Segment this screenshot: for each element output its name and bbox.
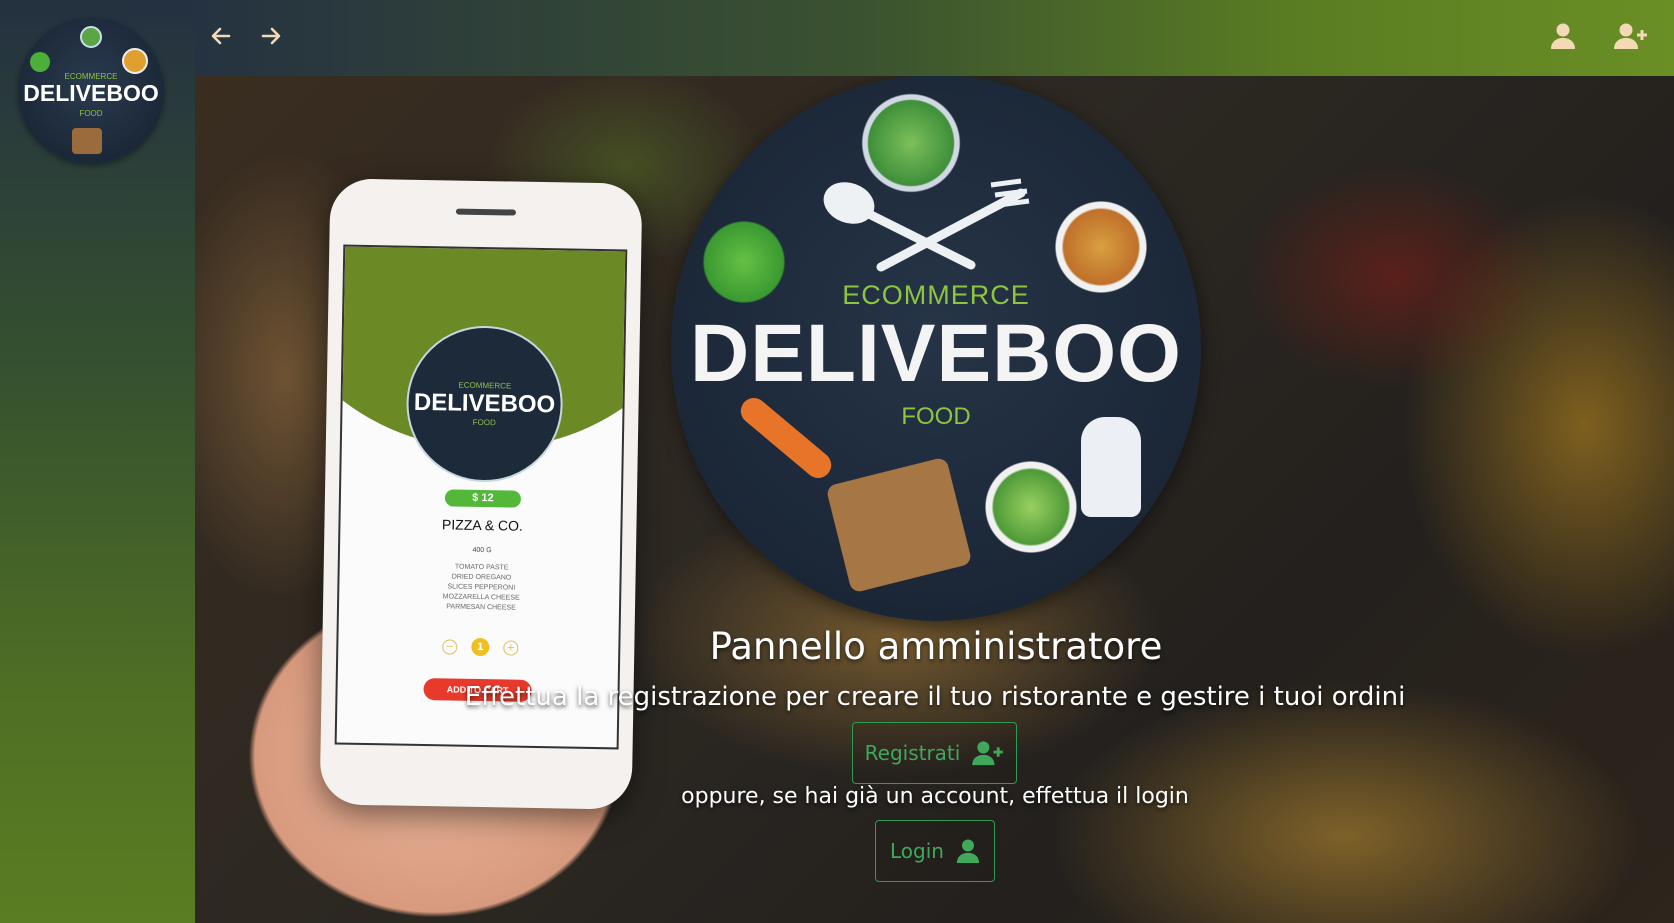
register-user-plus-icon[interactable] <box>1613 18 1649 54</box>
sidebar-logo[interactable]: ECOMMERCE DELIVEBOO FOOD <box>18 18 164 164</box>
minus-icon: − <box>442 638 458 655</box>
phone-mockup: ECOMMERCE DELIVEBOO FOOD $ 12 PIZZA & CO… <box>319 178 643 810</box>
vegetable-bowl-icon <box>983 459 1079 555</box>
dish-weight: 400 G <box>472 546 492 555</box>
register-prompt: Effettua la registrazione per creare il … <box>464 682 1406 712</box>
phone-screen: ECOMMERCE DELIVEBOO FOOD $ 12 PIZZA & CO… <box>334 244 628 750</box>
login-prompt: oppure, se hai già un account, effettua … <box>681 784 1189 809</box>
top-navbar <box>195 0 1674 76</box>
paper-bag-icon <box>825 456 973 594</box>
green-sauce-icon <box>30 52 50 72</box>
user-plus-icon <box>972 741 1004 766</box>
salad-bowl-icon <box>80 26 102 48</box>
phone-speaker <box>455 208 516 216</box>
logo-bottom-text: FOOD <box>901 403 971 430</box>
quantity-stepper: − 1 + <box>442 636 519 657</box>
phone-logo: ECOMMERCE DELIVEBOO FOOD <box>405 324 564 484</box>
page-title: Pannello amministratore <box>709 625 1163 668</box>
logo-brand: DELIVEBOO <box>690 308 1182 399</box>
spoon-fork-icon <box>823 178 1030 272</box>
register-button[interactable]: Registrati <box>852 722 1017 784</box>
phone-logo-bottom-text: FOOD <box>472 417 496 428</box>
quantity-value: 1 <box>471 637 490 657</box>
phone-logo-brand: DELIVEBOO <box>413 388 556 419</box>
login-button[interactable]: Login <box>875 820 995 882</box>
price-badge: $ 12 <box>444 489 522 508</box>
register-button-label: Registrati <box>864 741 961 765</box>
forward-arrow-icon[interactable] <box>255 20 287 52</box>
back-arrow-icon[interactable] <box>205 20 237 52</box>
chef-hat-icon <box>1081 417 1141 517</box>
sidebar: ECOMMERCE DELIVEBOO FOOD <box>0 0 195 923</box>
dish-name: PIZZA & CO. <box>441 516 524 534</box>
dish-ingredients: TOMATO PASTE DRIED OREGANO SLICES PEPPER… <box>339 561 624 616</box>
login-user-icon[interactable] <box>1545 18 1581 54</box>
paper-bag-icon <box>72 128 102 154</box>
deliveboo-logo: ECOMMERCE DELIVEBOO FOOD <box>671 76 1201 621</box>
user-icon <box>956 839 980 863</box>
sidebar-logo-brand: DELIVEBOO <box>23 80 159 106</box>
hero-section: ECOMMERCE DELIVEBOO FOOD $ 12 PIZZA & CO… <box>195 76 1674 923</box>
soup-bowl-icon <box>122 48 148 74</box>
login-button-label: Login <box>890 839 944 863</box>
sidebar-logo-bottom-text: FOOD <box>79 109 103 118</box>
plus-icon: + <box>503 639 519 656</box>
